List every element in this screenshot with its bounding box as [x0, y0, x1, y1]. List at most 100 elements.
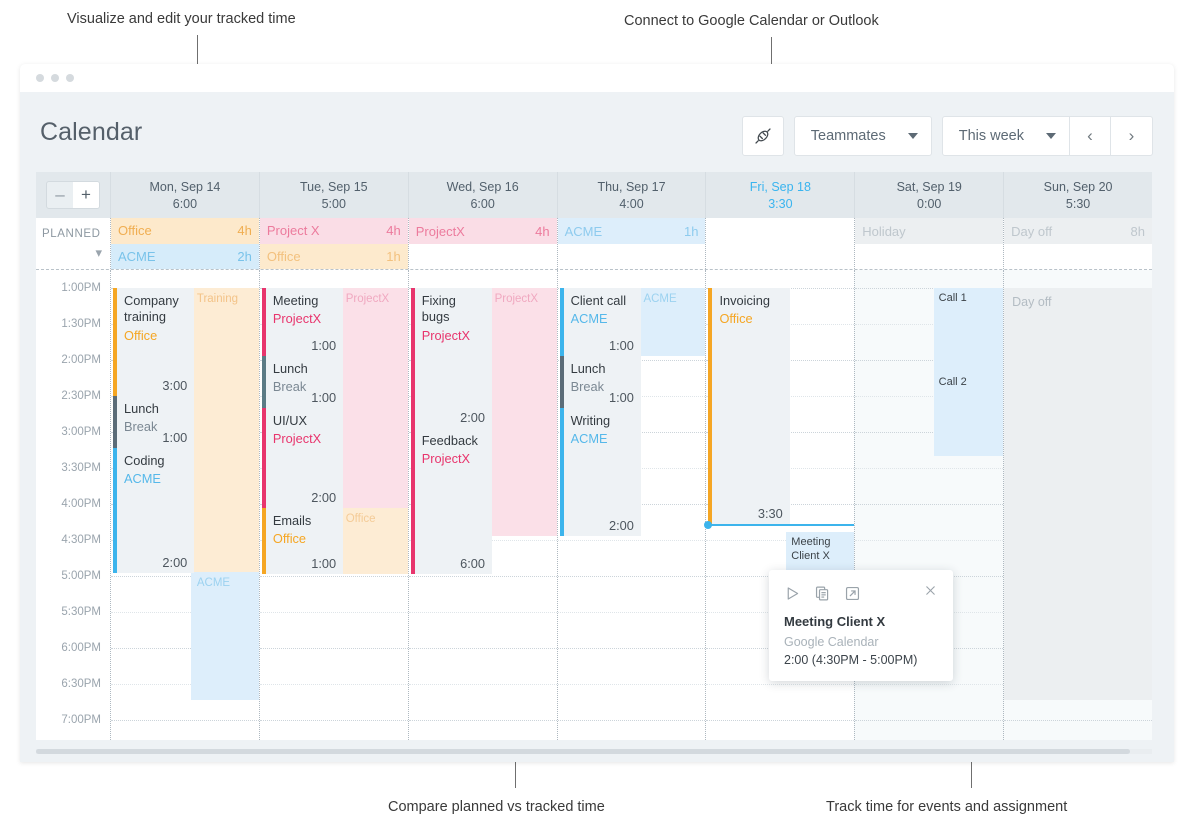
entry-title: Feedback [421, 433, 478, 448]
time-entry[interactable]: Fixing bugs ProjectX 2:00 [410, 288, 493, 428]
page-title: Calendar [40, 118, 143, 146]
planned-day-sat: Holiday [854, 218, 1004, 269]
planned-day-sun: Day off 8h [1003, 218, 1153, 269]
entry-title: Client call [570, 293, 627, 308]
planned-label-text: PLANNED [42, 228, 101, 240]
entry-title: UI/UX [272, 413, 307, 428]
time-entry[interactable]: Feedback ProjectX 6:00 [410, 428, 493, 574]
day-name: Sun, Sep 20 [1043, 179, 1113, 194]
day-header-fri[interactable]: Fri, Sep 18 3:30 [705, 172, 854, 218]
day-header-tue[interactable]: Tue, Sep 15 5:00 [258, 172, 408, 218]
day-total: 4:00 [619, 196, 644, 211]
entry-duration: 1:00 [311, 390, 337, 405]
time-label: 4:00PM [61, 498, 101, 510]
planned-block[interactable]: ACME [637, 288, 706, 356]
day-column-thu[interactable]: ACME Client call ACME 1:00 Lunch Break 1… [556, 270, 706, 740]
calendar: – + Mon, Sep 14 6:00 Tue, Sep 15 5:00 We… [36, 172, 1153, 742]
next-week-button[interactable]: › [1111, 117, 1152, 155]
window-close-dot[interactable] [36, 74, 44, 82]
planned-block[interactable]: ProjectX [488, 288, 557, 536]
gcal-event-label: Call 1 [938, 292, 967, 304]
day-name: Wed, Sep 16 [446, 179, 519, 194]
close-icon[interactable] [923, 583, 938, 603]
zoom-out-button[interactable]: – [47, 182, 73, 208]
time-entry[interactable]: Company training Office 3:00 [113, 288, 195, 396]
day-off-label: Day off [1012, 295, 1052, 309]
time-entry-running[interactable]: Invoicing Office 3:30 [708, 288, 790, 524]
time-entry[interactable]: Lunch Break 1:00 [113, 396, 195, 448]
planned-bar[interactable]: ACME 2h [111, 243, 259, 269]
time-entry[interactable]: Meeting ProjectX 1:00 [261, 288, 344, 356]
day-total: 0:00 [917, 196, 942, 211]
current-time-line [704, 521, 855, 529]
planned-bar-label: Day off [1011, 223, 1053, 239]
play-icon[interactable] [784, 585, 801, 602]
planned-bar-label: Holiday [862, 223, 906, 239]
day-header-thu[interactable]: Thu, Sep 17 4:00 [556, 172, 706, 218]
time-entry[interactable]: Client call ACME 1:00 [559, 288, 641, 356]
chevron-down-icon[interactable]: ▾ [95, 245, 102, 261]
day-header-wed[interactable]: Wed, Sep 16 6:00 [407, 172, 557, 218]
google-calendar-event[interactable]: Call 1 [933, 288, 1004, 372]
planned-bar[interactable]: Office 4h [111, 218, 259, 244]
time-entry[interactable]: UI/UX ProjectX 2:00 [261, 408, 344, 508]
planned-row-label[interactable]: PLANNED ▾ [36, 218, 110, 269]
planned-bar[interactable]: Project X 4h [259, 218, 408, 244]
scrollbar-thumb[interactable] [36, 749, 1130, 754]
day-column-mon[interactable]: Training ACME Company training Office 3:… [110, 270, 259, 740]
planned-bar-hours: 8h [1130, 223, 1146, 239]
planned-day-wed: ProjectX 4h [407, 218, 557, 269]
day-name: Mon, Sep 14 [149, 179, 221, 194]
planned-bar-label: Office [118, 223, 152, 239]
entry-project: Office [272, 531, 307, 547]
planned-block[interactable]: Training [190, 288, 259, 572]
planned-block[interactable]: ACME [190, 572, 259, 700]
time-entry[interactable]: Lunch Break 1:00 [559, 356, 641, 408]
range-dropdown[interactable]: This week [943, 117, 1070, 155]
planned-bar[interactable]: Office 1h [259, 243, 408, 269]
prev-week-button[interactable]: ‹ [1070, 117, 1111, 155]
planned-bar[interactable]: ACME 1h [557, 218, 706, 244]
planned-day-tue: Project X 4h Office 1h [258, 218, 408, 269]
teammates-dropdown[interactable]: Teammates [793, 116, 932, 156]
time-entry[interactable]: Emails Office 1:00 [261, 508, 344, 574]
day-column-sun[interactable]: Day off [1003, 270, 1152, 740]
planned-bar-label: Project X [266, 223, 320, 239]
day-total: 3:30 [768, 196, 793, 211]
time-entry[interactable]: Writing ACME 2:00 [559, 408, 641, 536]
day-header-mon[interactable]: Mon, Sep 14 6:00 [110, 172, 259, 218]
popup-toolbar [784, 583, 938, 603]
time-entry[interactable]: Lunch Break 1:00 [261, 356, 344, 408]
planned-block[interactable]: Office [339, 508, 408, 574]
copy-icon[interactable] [814, 585, 831, 602]
time-label: 6:30PM [61, 678, 101, 690]
day-header-sun[interactable]: Sun, Sep 20 5:30 [1003, 172, 1152, 218]
time-entry[interactable]: Coding ACME 2:00 [113, 448, 195, 573]
planned-bar[interactable]: Day off 8h [1004, 218, 1153, 244]
entry-duration: 1:00 [311, 338, 337, 353]
time-label: 5:00PM [61, 570, 101, 582]
zoom-controls: – + [36, 172, 110, 218]
connect-calendar-button[interactable] [741, 116, 784, 156]
zoom-in-button[interactable]: + [73, 182, 99, 208]
planned-bar[interactable]: ProjectX 4h [408, 218, 557, 244]
entry-duration: 1:00 [162, 430, 188, 445]
chevron-down-icon [1046, 133, 1056, 139]
day-header-sat[interactable]: Sat, Sep 19 0:00 [854, 172, 1003, 218]
planned-bar[interactable]: Holiday [855, 218, 1004, 244]
entry-project: ProjectX [272, 311, 322, 327]
window-maximize-dot[interactable] [66, 74, 74, 82]
chevron-down-icon [907, 133, 918, 139]
google-calendar-event[interactable]: Call 2 [933, 372, 1004, 456]
planned-block[interactable]: ProjectX [339, 288, 408, 508]
day-column-tue[interactable]: ProjectX Office Meeting ProjectX 1:00 Lu… [258, 270, 408, 740]
google-calendar-event[interactable]: Meeting Client X [786, 532, 855, 570]
external-link-icon[interactable] [844, 585, 861, 602]
window-minimize-dot[interactable] [51, 74, 59, 82]
horizontal-scrollbar[interactable] [36, 749, 1152, 754]
event-popup[interactable]: Meeting Client X Google Calendar 2:00 (4… [769, 570, 953, 681]
time-label: 2:00PM [61, 354, 101, 366]
time-label: 1:00PM [61, 282, 101, 294]
day-off-block[interactable]: Day off [1004, 288, 1152, 700]
day-column-wed[interactable]: ProjectX Fixing bugs ProjectX 2:00 Feedb… [407, 270, 557, 740]
